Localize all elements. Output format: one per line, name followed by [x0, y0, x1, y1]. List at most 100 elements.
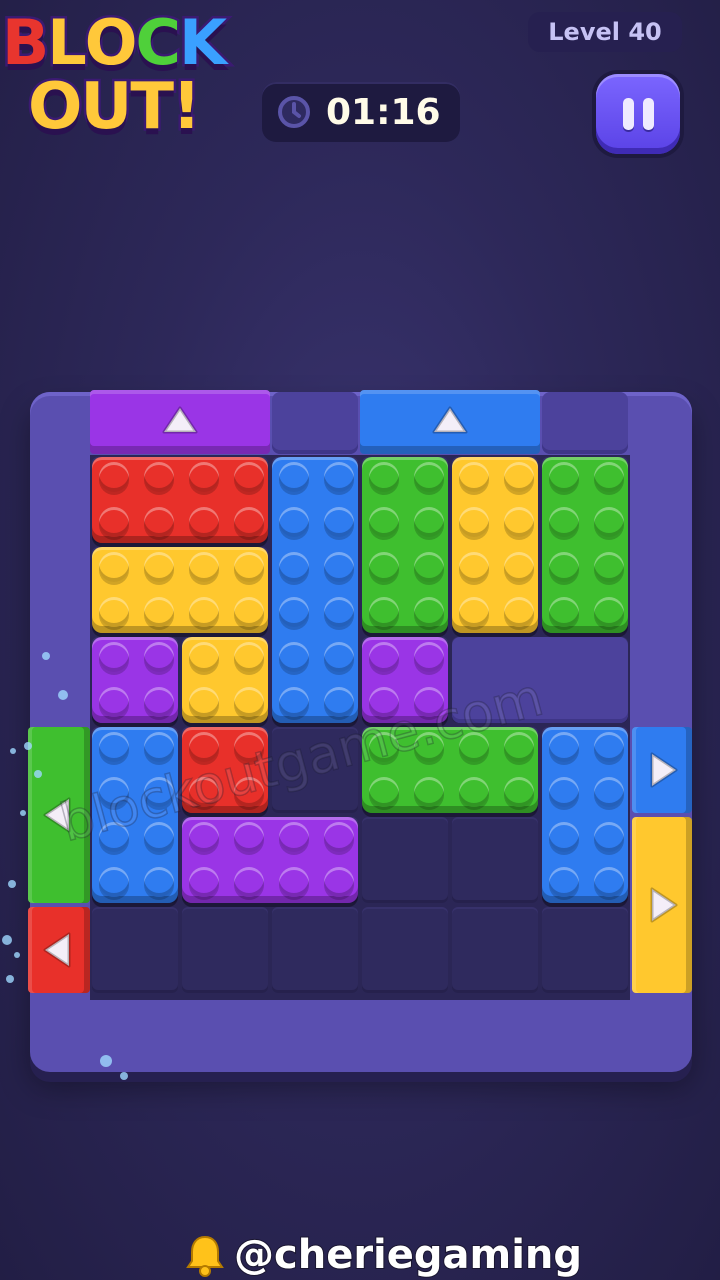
block-stud: [234, 597, 264, 627]
lego-block-green[interactable]: [362, 727, 538, 813]
lego-block-purple[interactable]: [182, 817, 358, 903]
block-stud: [234, 507, 264, 537]
splash-particle: [2, 935, 12, 945]
block-stud: [189, 687, 219, 717]
exit-gate-purple: [90, 390, 270, 454]
block-stud: [594, 462, 624, 492]
lego-block-red[interactable]: [92, 457, 268, 543]
block-stud: [324, 642, 354, 672]
timer-display: 01:16: [262, 82, 460, 142]
lego-block-yellow[interactable]: [452, 457, 538, 633]
block-stud: [279, 552, 309, 582]
block-stud: [504, 552, 534, 582]
block-stud: [459, 732, 489, 762]
block-stud: [234, 642, 264, 672]
lego-block-green[interactable]: [362, 457, 448, 633]
block-stud: [594, 552, 624, 582]
block-stud: [324, 507, 354, 537]
block-stud: [144, 597, 174, 627]
splash-particle: [120, 1072, 128, 1080]
exit-gate-blue: [360, 390, 540, 454]
block-stud: [324, 822, 354, 852]
block-stud: [414, 507, 444, 537]
block-stud: [99, 867, 129, 897]
block-stud: [144, 867, 174, 897]
block-stud: [324, 597, 354, 627]
board-cell: [362, 907, 448, 993]
block-stud: [189, 867, 219, 897]
block-stud: [234, 777, 264, 807]
pause-button[interactable]: [592, 70, 684, 158]
splash-particle: [42, 652, 50, 660]
block-stud: [279, 687, 309, 717]
block-stud: [324, 552, 354, 582]
board-cell: [542, 907, 628, 993]
block-stud: [279, 642, 309, 672]
board-cell: [452, 907, 538, 993]
board-rim-slot: [542, 392, 628, 454]
block-stud: [279, 507, 309, 537]
block-stud: [99, 777, 129, 807]
creator-handle: @cheriegaming: [233, 1231, 583, 1279]
block-stud: [459, 462, 489, 492]
lego-block-yellow[interactable]: [92, 547, 268, 633]
exit-gate-red: [28, 907, 90, 993]
board-cell: [362, 817, 448, 903]
lego-block-red[interactable]: [182, 727, 268, 813]
lego-block-blue[interactable]: [272, 457, 358, 723]
block-stud: [234, 867, 264, 897]
timer-text: 01:16: [326, 91, 441, 133]
lego-block-blue[interactable]: [542, 727, 628, 903]
lego-block-purple[interactable]: [362, 637, 448, 723]
block-stud: [414, 777, 444, 807]
block-stud: [189, 777, 219, 807]
block-stud: [189, 462, 219, 492]
block-stud: [99, 642, 129, 672]
splash-particle: [24, 742, 32, 750]
block-stud: [594, 822, 624, 852]
block-stud: [324, 687, 354, 717]
lego-block-blue[interactable]: [92, 727, 178, 903]
block-stud: [549, 732, 579, 762]
lego-block-yellow[interactable]: [182, 637, 268, 723]
block-stud: [549, 597, 579, 627]
block-stud: [279, 867, 309, 897]
block-stud: [594, 732, 624, 762]
arrow-up-icon: [432, 406, 468, 434]
exit-gate-yellow: [632, 817, 692, 993]
lego-block-green[interactable]: [542, 457, 628, 633]
exit-gate-blue: [632, 727, 692, 813]
block-stud: [144, 822, 174, 852]
block-stud: [189, 552, 219, 582]
block-stud: [369, 777, 399, 807]
block-stud: [279, 462, 309, 492]
block-stud: [369, 642, 399, 672]
block-stud: [369, 597, 399, 627]
board-cell: [452, 817, 538, 903]
lego-block-purple[interactable]: [92, 637, 178, 723]
block-stud: [459, 552, 489, 582]
logo-line-1: BLOCK: [0, 4, 230, 82]
block-stud: [369, 687, 399, 717]
block-stud: [414, 732, 444, 762]
splash-particle: [10, 748, 16, 754]
logo-letter: O: [25, 68, 84, 147]
block-stud: [414, 642, 444, 672]
level-indicator: Level 40: [528, 12, 682, 52]
block-stud: [234, 462, 264, 492]
board-cell: [272, 727, 358, 813]
board-rim-slot: [272, 392, 358, 454]
block-stud: [324, 462, 354, 492]
splash-particle: [58, 690, 68, 700]
block-stud: [414, 462, 444, 492]
block-stud: [234, 552, 264, 582]
level-label: Level 40: [548, 18, 662, 46]
splash-particle: [20, 810, 26, 816]
block-stud: [459, 597, 489, 627]
block-stud: [414, 687, 444, 717]
block-stud: [504, 732, 534, 762]
pause-icon: [596, 74, 680, 154]
block-stud: [99, 687, 129, 717]
block-stud: [144, 642, 174, 672]
block-stud: [144, 687, 174, 717]
